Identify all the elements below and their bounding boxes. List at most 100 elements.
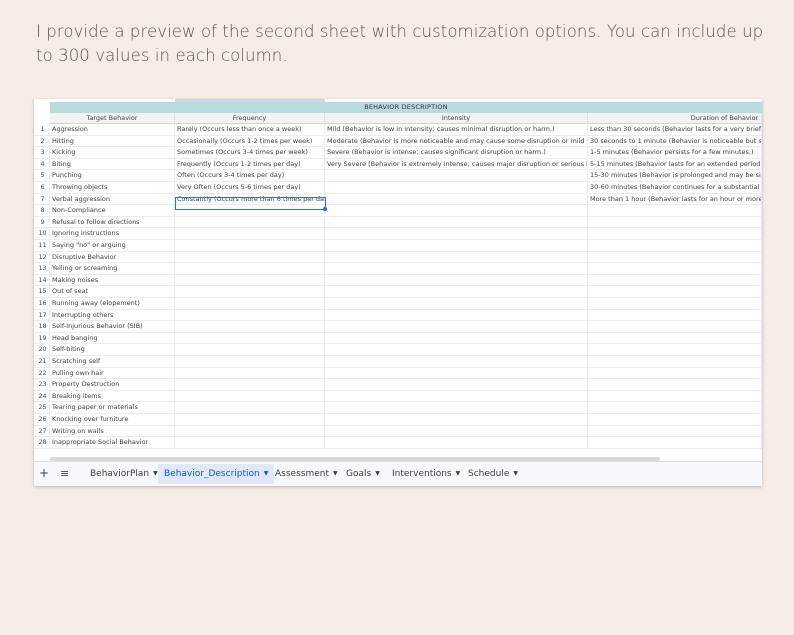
cell-duration[interactable] xyxy=(588,228,762,240)
cell-frequency[interactable] xyxy=(175,228,325,240)
cell-intensity[interactable] xyxy=(325,332,588,344)
cell-frequency[interactable] xyxy=(175,402,325,414)
cell-duration[interactable]: 5-15 minutes (Behavior lasts for an exte… xyxy=(588,158,762,170)
cell-intensity[interactable] xyxy=(325,402,588,414)
cell-target-behavior[interactable]: Interrupting others xyxy=(50,309,175,321)
header-frequency[interactable]: Frequency xyxy=(175,113,325,124)
row-number[interactable]: 19 xyxy=(34,332,50,344)
cell-duration[interactable] xyxy=(588,298,762,309)
tab-goals[interactable]: Goals ▼ xyxy=(340,464,386,484)
cell-target-behavior[interactable]: Hitting xyxy=(50,135,175,147)
cell-frequency[interactable] xyxy=(175,274,325,286)
cell-intensity[interactable] xyxy=(325,367,588,379)
row-number[interactable]: 13 xyxy=(34,263,50,275)
caret-down-icon[interactable]: ▼ xyxy=(333,470,338,477)
cell-frequency[interactable] xyxy=(175,251,325,263)
cell-duration[interactable] xyxy=(588,263,762,275)
cell-duration[interactable]: More than 1 hour (Behavior lasts for an … xyxy=(588,193,762,205)
cell-intensity[interactable] xyxy=(325,379,588,391)
cell-intensity[interactable] xyxy=(325,193,588,205)
fill-handle[interactable] xyxy=(323,207,327,211)
cell-duration[interactable] xyxy=(588,344,762,356)
spreadsheet-grid[interactable]: BEHAVIOR DESCRIPTION Target Behavior Fre… xyxy=(34,99,762,458)
row-number[interactable]: 18 xyxy=(34,321,50,333)
cell-intensity[interactable]: Severe (Behavior is intense; causes sign… xyxy=(325,147,588,159)
row-number[interactable]: 8 xyxy=(34,205,50,217)
cell-intensity[interactable] xyxy=(325,298,588,309)
row-number[interactable]: 5 xyxy=(34,170,50,182)
cell-target-behavior[interactable]: Inappropriate Social Behavior xyxy=(50,437,175,449)
cell-duration[interactable] xyxy=(588,251,762,263)
row-number[interactable]: 27 xyxy=(34,425,50,437)
cell-intensity[interactable]: Mild (Behavior is low in intensity; caus… xyxy=(325,124,588,135)
cell-duration[interactable] xyxy=(588,240,762,251)
cell-target-behavior[interactable]: Disruptive Behavior xyxy=(50,251,175,263)
plus-icon[interactable]: + xyxy=(39,467,49,479)
cell-duration[interactable] xyxy=(588,309,762,321)
cell-duration[interactable] xyxy=(588,379,762,391)
header-intensity[interactable]: Intensity xyxy=(325,113,588,124)
cell-target-behavior[interactable]: Self-biting xyxy=(50,344,175,356)
cell-intensity[interactable] xyxy=(325,228,588,240)
cell-duration[interactable] xyxy=(588,367,762,379)
row-number[interactable]: 11 xyxy=(34,240,50,251)
row-number[interactable]: 21 xyxy=(34,356,50,367)
cell-intensity[interactable] xyxy=(325,356,588,367)
cell-frequency[interactable] xyxy=(175,356,325,367)
cell-target-behavior[interactable]: Verbal aggression xyxy=(50,193,175,205)
cell-frequency[interactable] xyxy=(175,286,325,298)
cell-target-behavior[interactable]: Out of seat xyxy=(50,286,175,298)
cell-target-behavior[interactable]: Scratching self xyxy=(50,356,175,367)
cell-duration[interactable] xyxy=(588,437,762,449)
cell-intensity[interactable] xyxy=(325,286,588,298)
cell-intensity[interactable] xyxy=(325,425,588,437)
selected-cell-outline[interactable] xyxy=(175,197,326,210)
cell-target-behavior[interactable]: Biting xyxy=(50,158,175,170)
row-number[interactable]: 4 xyxy=(34,158,50,170)
row-number[interactable]: 3 xyxy=(34,147,50,159)
cell-intensity[interactable] xyxy=(325,240,588,251)
row-number[interactable]: 2 xyxy=(34,135,50,147)
cell-duration[interactable] xyxy=(588,205,762,217)
cell-target-behavior[interactable]: Tearing paper or materials xyxy=(50,402,175,414)
caret-down-icon[interactable]: ▼ xyxy=(456,470,461,477)
cell-frequency[interactable] xyxy=(175,216,325,228)
cell-duration[interactable]: Less than 30 seconds (Behavior lasts for… xyxy=(588,124,762,135)
cell-frequency[interactable]: Occasionally (Occurs 1-2 times per week) xyxy=(175,135,325,147)
cell-target-behavior[interactable]: Aggression xyxy=(50,124,175,135)
cell-target-behavior[interactable]: Self-Injurious Behavior (SIB) xyxy=(50,321,175,333)
row-number[interactable]: 14 xyxy=(34,274,50,286)
cell-duration[interactable] xyxy=(588,390,762,402)
caret-down-icon[interactable]: ▼ xyxy=(513,470,518,477)
row-number[interactable]: 28 xyxy=(34,437,50,449)
cell-target-behavior[interactable]: Refusal to follow directions xyxy=(50,216,175,228)
cell-duration[interactable] xyxy=(588,216,762,228)
cell-frequency[interactable] xyxy=(175,344,325,356)
row-number[interactable]: 12 xyxy=(34,251,50,263)
row-number[interactable]: 1 xyxy=(34,124,50,135)
tab-behavior-description[interactable]: Behavior_Description ▼ xyxy=(158,464,275,484)
cell-frequency[interactable] xyxy=(175,379,325,391)
cell-target-behavior[interactable]: Kicking xyxy=(50,147,175,159)
cell-duration[interactable] xyxy=(588,286,762,298)
cell-target-behavior[interactable]: Throwing objects xyxy=(50,182,175,193)
cell-target-behavior[interactable]: Running away (elopement) xyxy=(50,298,175,309)
cell-intensity[interactable]: Moderate (Behavior is more noticeable an… xyxy=(325,135,588,147)
cell-frequency[interactable] xyxy=(175,437,325,449)
row-number[interactable]: 26 xyxy=(34,414,50,425)
cell-frequency[interactable] xyxy=(175,263,325,275)
cell-target-behavior[interactable]: Writing on walls xyxy=(50,425,175,437)
tab-assessment[interactable]: Assessment ▼ xyxy=(269,464,344,484)
cell-duration[interactable] xyxy=(588,425,762,437)
caret-down-icon[interactable]: ▼ xyxy=(375,470,380,477)
cell-frequency[interactable]: Very Often (Occurs 5-6 times per day) xyxy=(175,182,325,193)
row-number[interactable]: 7 xyxy=(34,193,50,205)
row-number[interactable]: 9 xyxy=(34,216,50,228)
row-number[interactable]: 16 xyxy=(34,298,50,309)
caret-down-icon[interactable]: ▼ xyxy=(264,470,269,477)
hamburger-menu-icon[interactable]: ≡ xyxy=(60,468,69,480)
cell-target-behavior[interactable]: Pulling own hair xyxy=(50,367,175,379)
header-target-behavior[interactable]: Target Behavior xyxy=(50,113,175,124)
cell-intensity[interactable] xyxy=(325,182,588,193)
cell-duration[interactable] xyxy=(588,321,762,333)
